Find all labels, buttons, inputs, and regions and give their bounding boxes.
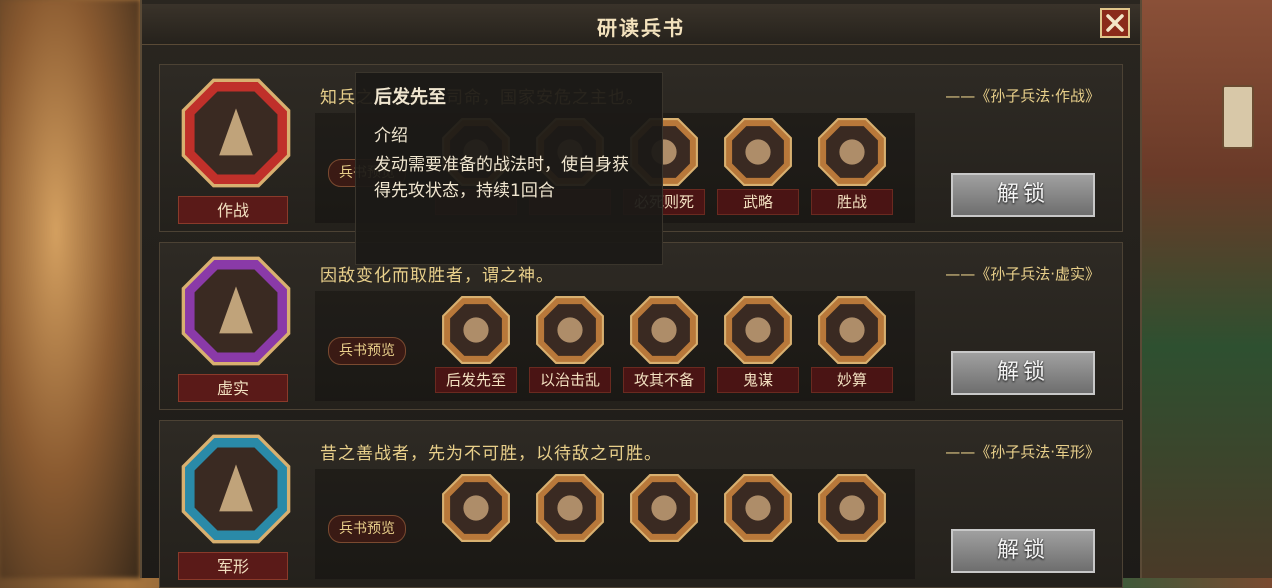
emblem-icon xyxy=(180,433,292,545)
scroll-decoration xyxy=(1222,85,1254,149)
emblem-icon xyxy=(180,255,292,367)
skill-icon xyxy=(535,473,605,543)
skill-icon xyxy=(629,295,699,365)
skill-label: 胜战 xyxy=(811,189,893,215)
skill-label: 攻其不备 xyxy=(623,367,705,393)
book-card: 军形 昔之善战者，先为不可胜，以待敌之可胜。 ——《孙子兵法·军形》兵书预览解锁 xyxy=(159,420,1123,588)
preview-label: 兵书预览 xyxy=(328,515,406,543)
skill-item[interactable] xyxy=(435,473,517,543)
skill-icon xyxy=(817,473,887,543)
unlock-button[interactable]: 解锁 xyxy=(951,529,1095,573)
book-source: ——《孙子兵法·虚实》 xyxy=(945,265,1100,283)
unlock-button[interactable]: 解锁 xyxy=(951,351,1095,395)
book-name: 作战 xyxy=(178,196,288,224)
tooltip-heading: 介绍 xyxy=(374,126,408,146)
skill-icon xyxy=(441,473,511,543)
skill-icon xyxy=(723,295,793,365)
book-name: 虚实 xyxy=(178,374,288,402)
skill-item[interactable]: 攻其不备 xyxy=(623,295,705,393)
skill-icon xyxy=(723,473,793,543)
skill-item[interactable]: 武略 xyxy=(717,117,799,215)
book-source: ——《孙子兵法·军形》 xyxy=(945,443,1100,461)
skill-icon xyxy=(817,295,887,365)
skill-label: 武略 xyxy=(717,189,799,215)
skill-item[interactable] xyxy=(717,473,799,543)
skill-icon xyxy=(535,295,605,365)
title-bar: 研读兵书 xyxy=(142,4,1140,45)
skill-item[interactable] xyxy=(623,473,705,543)
skill-item[interactable]: 后发先至 xyxy=(435,295,517,393)
skill-tooltip: 后发先至 介绍 发动需要准备的战法时，使自身获得先攻状态，持续1回合 xyxy=(355,72,663,265)
skill-icon xyxy=(441,295,511,365)
skill-label: 以治击乱 xyxy=(529,367,611,393)
skill-label: 鬼谋 xyxy=(717,367,799,393)
tooltip-title: 后发先至 xyxy=(374,87,446,108)
window-title: 研读兵书 xyxy=(597,16,685,40)
preview-label: 兵书预览 xyxy=(328,337,406,365)
book-quote: 昔之善战者，先为不可胜，以待敌之可胜。 xyxy=(320,444,662,464)
unlock-button[interactable]: 解锁 xyxy=(951,173,1095,217)
close-button[interactable] xyxy=(1100,8,1130,38)
close-icon xyxy=(1106,14,1124,32)
book-source: ——《孙子兵法·作战》 xyxy=(945,87,1100,105)
skill-icon xyxy=(723,117,793,187)
background-left xyxy=(0,0,140,578)
skill-item[interactable] xyxy=(529,473,611,543)
skill-icon xyxy=(817,117,887,187)
emblem-icon xyxy=(180,77,292,189)
skill-item[interactable]: 妙算 xyxy=(811,295,893,393)
skill-label: 妙算 xyxy=(811,367,893,393)
book-name: 军形 xyxy=(178,552,288,580)
book-card: 虚实 因敌变化而取胜者，谓之神。 ——《孙子兵法·虚实》 兵书预览 后发先至 以治击乱 攻其… xyxy=(159,242,1123,410)
tooltip-text: 发动需要准备的战法时，使自身获得先攻状态，持续1回合 xyxy=(374,155,629,201)
skill-item[interactable] xyxy=(811,473,893,543)
skill-item[interactable]: 以治击乱 xyxy=(529,295,611,393)
skill-icon xyxy=(629,473,699,543)
background-right xyxy=(1142,0,1272,578)
skill-item[interactable]: 鬼谋 xyxy=(717,295,799,393)
skill-label: 后发先至 xyxy=(435,367,517,393)
skill-item[interactable]: 胜战 xyxy=(811,117,893,215)
